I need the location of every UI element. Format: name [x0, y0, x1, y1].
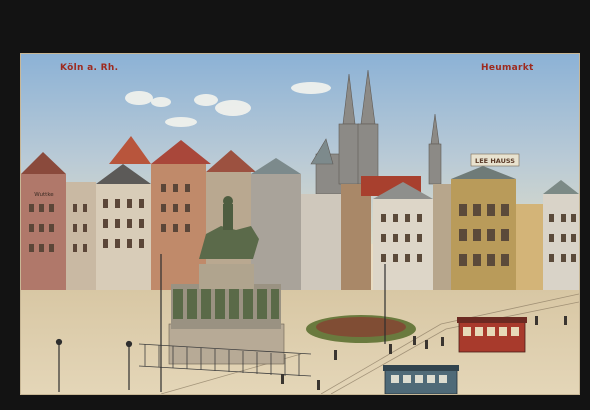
- city-caption: Köln a. Rh.: [60, 63, 119, 73]
- heumarkt-scene: LEE HAUSS Wuttke: [21, 54, 579, 394]
- rooftop-sign-text: LEE HAUSS: [475, 157, 515, 165]
- red-tram: [457, 317, 527, 353]
- garden-bed: [306, 315, 416, 343]
- place-caption: Heumarkt: [481, 63, 534, 73]
- photo-frame: LEE HAUSS Wuttke Köln a. Rh. Heumarkt: [0, 0, 590, 410]
- grey-tram: [383, 365, 459, 394]
- rooftop-sign: LEE HAUSS: [470, 153, 520, 167]
- postcard-image: LEE HAUSS Wuttke Köln a. Rh. Heumarkt: [21, 54, 579, 394]
- facade-sign: Wuttke: [34, 192, 54, 198]
